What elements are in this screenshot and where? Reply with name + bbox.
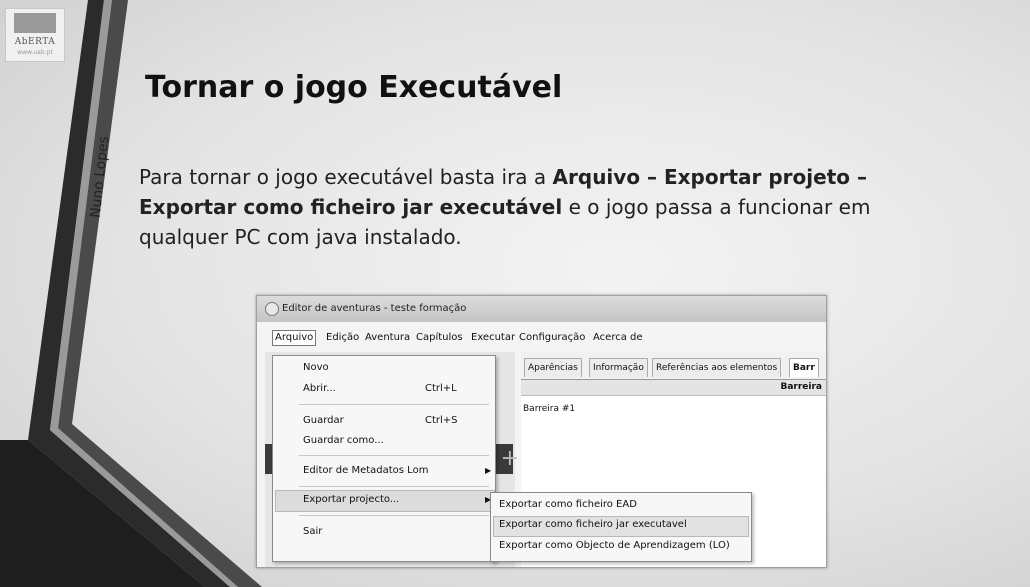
shortcut-abrir: Ctrl+L	[425, 383, 457, 394]
menu-item-guardar-como[interactable]: Guardar como...	[303, 435, 384, 446]
editor-window-screenshot: Editor de aventuras - teste formação Arq…	[256, 295, 827, 568]
menu-executar[interactable]: Executar	[471, 332, 515, 343]
menu-item-novo[interactable]: Novo	[303, 362, 329, 373]
slide-body: Para tornar o jogo executável basta ira …	[139, 162, 939, 252]
submenu-item-ead[interactable]: Exportar como ficheiro EAD	[499, 499, 637, 510]
export-submenu: Exportar como ficheiro EAD Exportar como…	[490, 492, 752, 562]
tab-aparencias[interactable]: Aparências	[524, 358, 582, 377]
file-menu-dropdown: Novo Abrir... Ctrl+L Guardar Ctrl+S Guar…	[272, 355, 496, 562]
menu-separator	[299, 486, 489, 487]
menubar: Arquivo Edição Aventura Capítulos Execut…	[257, 329, 826, 347]
menu-item-abrir[interactable]: Abrir...	[303, 383, 336, 394]
window-title: Editor de aventuras - teste formação	[282, 303, 467, 314]
body-text-1: Para tornar o jogo executável basta ira …	[139, 165, 553, 189]
window-titlebar: Editor de aventuras - teste formação	[257, 296, 826, 322]
column-header-barreira[interactable]: Barreira	[780, 382, 822, 392]
menu-separator	[299, 455, 489, 456]
logo-name: AbERTA	[14, 37, 56, 47]
university-logo: AbERTA www.uab.pt	[5, 8, 65, 62]
shortcut-guardar: Ctrl+S	[425, 415, 458, 426]
menu-item-guardar[interactable]: Guardar	[303, 415, 344, 426]
menu-item-exportar-projecto[interactable]: Exportar projecto...	[303, 494, 399, 505]
logo-url: www.uab.pt	[17, 49, 53, 56]
menu-aventura[interactable]: Aventura	[365, 332, 410, 343]
tab-barreiras[interactable]: Barr	[789, 358, 819, 377]
tab-referencias[interactable]: Referências aos elementos	[652, 358, 782, 377]
menu-acerca-de[interactable]: Acerca de	[593, 332, 643, 343]
menu-item-sair[interactable]: Sair	[303, 526, 322, 537]
tab-informacao[interactable]: Informação	[589, 358, 648, 377]
slide-title: Tornar o jogo Executável	[145, 70, 563, 105]
menu-capitulos[interactable]: Capítulos	[416, 332, 463, 343]
menu-arquivo[interactable]: Arquivo	[272, 330, 317, 346]
submenu-item-jar[interactable]: Exportar como ficheiro jar executavel	[499, 519, 687, 530]
menu-edicao[interactable]: Edição	[326, 332, 359, 343]
submenu-item-lo[interactable]: Exportar como Objecto de Aprendizagem (L…	[499, 540, 730, 551]
menu-item-editor-metadatos[interactable]: Editor de Metadatos Lom	[303, 465, 428, 476]
menu-separator	[299, 515, 489, 516]
submenu-arrow-icon: ▶	[485, 466, 492, 475]
app-icon	[265, 302, 279, 316]
menu-separator	[299, 404, 489, 405]
plus-icon[interactable]: +	[501, 444, 519, 474]
table-row[interactable]: Barreira #1	[523, 404, 575, 414]
menu-configuracao[interactable]: Configuração	[519, 332, 585, 343]
table-header: Barreira	[521, 380, 826, 396]
